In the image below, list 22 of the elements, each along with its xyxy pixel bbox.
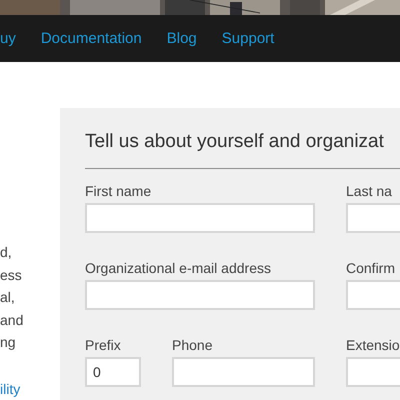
input-field[interactable] xyxy=(172,357,315,387)
nav-link[interactable]: Documentation xyxy=(40,30,142,47)
field-label: Last na xyxy=(346,182,393,200)
paragraph-text: ess xyxy=(0,266,23,285)
field-label: Extensio xyxy=(346,336,400,354)
nav-link[interactable]: uy xyxy=(0,30,16,47)
paragraph-text: d, xyxy=(0,243,13,262)
nav-link[interactable]: Blog xyxy=(166,30,197,47)
field-label: Confirm xyxy=(346,259,396,277)
nav-link[interactable]: Support xyxy=(222,30,274,47)
form-heading: Tell us about yourself and organizat xyxy=(85,130,385,154)
input-field[interactable]: 0 xyxy=(85,357,141,387)
input-field[interactable] xyxy=(85,203,315,233)
paragraph-text: ng xyxy=(0,333,17,352)
field-label: Phone xyxy=(172,336,214,354)
field-label: Organizational e-mail address xyxy=(85,259,272,277)
field-label: Prefix xyxy=(85,336,122,354)
field-label: First name xyxy=(85,182,152,200)
text-link[interactable]: ility xyxy=(0,380,60,398)
paragraph-text: and xyxy=(0,310,24,330)
input-field[interactable] xyxy=(85,280,315,310)
paragraph-text: al, xyxy=(0,288,16,308)
